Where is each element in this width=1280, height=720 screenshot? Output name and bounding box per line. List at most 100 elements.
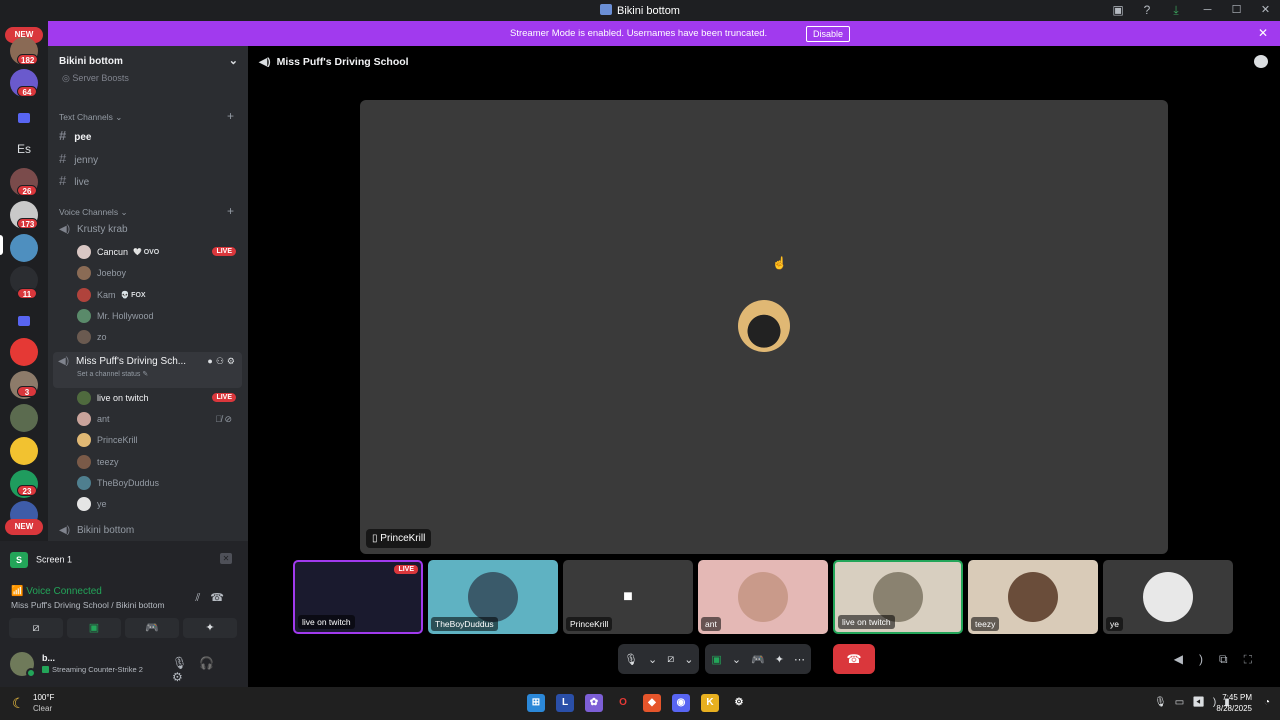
- disconnect-icon[interactable]: ☎: [210, 592, 234, 604]
- voice-user[interactable]: Cancun 🤍 OVO LIVE: [77, 245, 242, 261]
- voice-user[interactable]: PrinceKrill: [77, 433, 242, 449]
- activity-icon[interactable]: 🎮: [751, 653, 765, 666]
- participant-label: ant: [701, 617, 721, 631]
- soundboard-button[interactable]: ✦: [183, 618, 237, 638]
- participant-label: TheBoyDuddus: [431, 617, 498, 631]
- text-channel-jenny[interactable]: # jenny: [59, 151, 98, 166]
- participant-tile[interactable]: ye: [1103, 560, 1233, 634]
- chat-icon[interactable]: ●: [207, 356, 215, 366]
- speaker-icon: ◀): [58, 356, 70, 367]
- voice-channel-krusty-krab[interactable]: ◀) Krusty krab: [59, 224, 242, 235]
- participant-tile[interactable]: live on twitch: [833, 560, 963, 634]
- chevron-down-icon[interactable]: ⌄: [648, 653, 657, 666]
- participant-tile[interactable]: ant: [698, 560, 828, 634]
- chevron-down-icon[interactable]: ⌄: [732, 653, 741, 666]
- network-icon[interactable]: ▭: [1175, 697, 1192, 708]
- voice-user[interactable]: ye: [77, 497, 242, 513]
- minimize-button[interactable]: ─: [1193, 0, 1222, 21]
- microphone-icon[interactable]: 🎙: [624, 653, 638, 666]
- invite-icon[interactable]: ⚇: [216, 356, 227, 366]
- popout-icon[interactable]: ⧉: [1219, 652, 1244, 666]
- mention-badge: 64: [17, 86, 37, 97]
- more-icon[interactable]: ⋯: [794, 653, 805, 666]
- stream-preview[interactable]: S Screen 1: [10, 552, 72, 568]
- opera-icon[interactable]: O: [614, 694, 632, 712]
- soundboard-icon[interactable]: ✦: [775, 653, 784, 666]
- app-k-icon[interactable]: K: [701, 694, 719, 712]
- voice-channel-miss-puffs[interactable]: ◀) Miss Puff's Driving Sch... ●⚇⚙ Set a c…: [53, 352, 242, 388]
- app-icon: [600, 4, 612, 15]
- server-icon[interactable]: Es: [10, 135, 38, 163]
- noise-suppression-icon[interactable]: ⫽: [195, 592, 210, 604]
- folder-icon[interactable]: [18, 113, 30, 123]
- avatar[interactable]: [10, 652, 36, 678]
- windows-start-icon[interactable]: ⊞: [527, 694, 545, 712]
- selected-indicator: [0, 235, 3, 255]
- text-channels-category[interactable]: Text Channels ⌄ +: [59, 109, 234, 123]
- fullscreen-icon[interactable]: ⛶: [1244, 652, 1268, 666]
- server-icon[interactable]: [10, 437, 38, 465]
- clock[interactable]: 7:45 PM 8/28/2025: [1210, 692, 1252, 714]
- help-icon[interactable]: ?: [1139, 2, 1155, 18]
- folder-icon[interactable]: [18, 316, 30, 326]
- microphone-icon[interactable]: 🎙: [1154, 697, 1175, 708]
- share-screen-icon[interactable]: ▣: [711, 653, 721, 666]
- volume-icon[interactable]: ◀): [1174, 652, 1219, 666]
- voice-user[interactable]: Joeboy: [77, 266, 242, 282]
- participant-tile[interactable]: LIVE live on twitch: [293, 560, 423, 634]
- share-screen-button[interactable]: ▣: [67, 618, 121, 638]
- brave-icon[interactable]: ◆: [643, 694, 661, 712]
- channel-actions: ●⚇⚙: [207, 356, 238, 367]
- voice-user[interactable]: ant 🎙̸ ⊘: [77, 412, 242, 428]
- camera-off-icon[interactable]: ⧄: [667, 653, 674, 666]
- participant-tile[interactable]: teezy: [968, 560, 1098, 634]
- camera-off-button[interactable]: ⧄: [9, 618, 63, 638]
- participant-tile[interactable]: TheBoyDuddus: [428, 560, 558, 634]
- focused-participant-tile[interactable]: ▯ PrinceKrill ☝: [360, 100, 1168, 554]
- voice-user[interactable]: live on twitch LIVE: [77, 391, 242, 407]
- chevron-down-icon[interactable]: ⌄: [684, 653, 693, 666]
- disconnect-button[interactable]: ☎: [832, 644, 875, 674]
- avatar: [77, 309, 91, 323]
- voice-user[interactable]: TheBoyDuddus: [77, 476, 242, 492]
- close-window-button[interactable]: ✕: [1251, 0, 1280, 21]
- activity-button[interactable]: 🎮: [125, 618, 179, 638]
- disable-button[interactable]: Disable: [806, 26, 851, 42]
- gear-icon[interactable]: ⚙: [172, 670, 195, 684]
- add-channel-icon[interactable]: +: [227, 204, 234, 218]
- steam-icon[interactable]: ⚙: [730, 694, 748, 712]
- app-l-icon[interactable]: L: [556, 694, 574, 712]
- voice-user[interactable]: Mr. Hollywood: [77, 309, 242, 325]
- avatar: [738, 300, 790, 352]
- voice-channel-bikini-bottom[interactable]: ◀) Bikini bottom: [59, 525, 242, 536]
- voice-user[interactable]: teezy: [77, 455, 242, 471]
- add-channel-icon[interactable]: +: [227, 109, 234, 123]
- gear-icon[interactable]: ⚙: [227, 356, 238, 366]
- mic-control: 🎙 ⌄ ⧄ ⌄: [618, 644, 700, 674]
- server-icon[interactable]: [10, 234, 38, 262]
- copilot-icon[interactable]: ✿: [585, 694, 603, 712]
- voice-user[interactable]: Kam 💀 FOX: [77, 288, 242, 304]
- discord-icon[interactable]: ◉: [672, 694, 690, 712]
- text-channel-pee[interactable]: # pee: [59, 128, 91, 143]
- download-icon[interactable]: ⤓: [1168, 2, 1184, 18]
- text-channel-live[interactable]: # live: [59, 173, 89, 188]
- close-banner-icon[interactable]: ✕: [1258, 26, 1268, 40]
- server-boosts[interactable]: ◎ Server Boosts: [62, 73, 129, 84]
- avatar: [77, 433, 91, 447]
- channel-status[interactable]: Set a channel status ✎: [77, 370, 242, 378]
- server-icon[interactable]: [10, 404, 38, 432]
- close-stream-icon[interactable]: ✕: [220, 553, 232, 564]
- maximize-button[interactable]: ☐: [1222, 0, 1251, 21]
- server-icon[interactable]: [10, 338, 38, 366]
- voice-user[interactable]: zo: [77, 330, 242, 346]
- microphone-icon[interactable]: 🎙: [172, 656, 199, 670]
- live-badge: LIVE: [212, 393, 236, 402]
- headphones-icon[interactable]: 🎧: [199, 656, 226, 670]
- voice-connected-label[interactable]: 📶 Voice Connected: [11, 586, 102, 597]
- participant-tile[interactable]: ■ PrinceKrill: [563, 560, 693, 634]
- voice-channels-category[interactable]: Voice Channels ⌄ +: [59, 204, 234, 218]
- chat-icon[interactable]: [1254, 55, 1268, 68]
- inbox-icon[interactable]: ▣: [1110, 2, 1126, 18]
- notification-icon[interactable]: ◔: [1264, 697, 1270, 708]
